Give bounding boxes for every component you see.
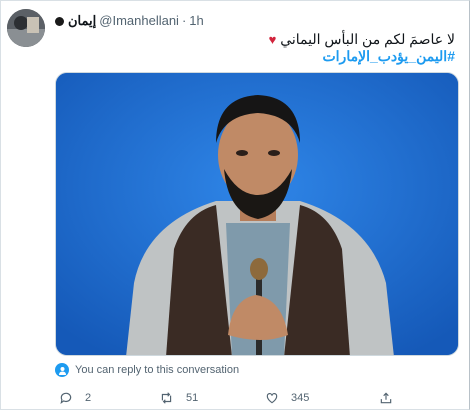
retweet-count: 51 bbox=[186, 392, 199, 404]
tweet-card[interactable]: إيمان @Imanhellani · 1h لا عاصمَ لكم من … bbox=[0, 0, 470, 410]
retweet-button[interactable]: 51 bbox=[159, 391, 198, 405]
hashtag-link[interactable]: #اليمن_يؤدب_الإمارات bbox=[322, 48, 455, 64]
like-icon bbox=[265, 391, 279, 405]
header-separator: · bbox=[181, 13, 187, 28]
reply-permission-icon bbox=[55, 363, 69, 377]
user-handle[interactable]: @Imanhellani bbox=[99, 13, 179, 29]
tweet-text-line: لا عاصمَ لكم من البأس اليماني ♥ bbox=[269, 31, 455, 48]
tweet-actions: 2 51 345 bbox=[55, 389, 455, 409]
reply-button[interactable]: 2 bbox=[59, 391, 91, 405]
retweet-icon bbox=[159, 391, 174, 405]
display-name[interactable]: إيمان bbox=[68, 13, 96, 29]
heart-emoji: ♥ bbox=[268, 32, 277, 47]
tweet-media-image[interactable] bbox=[55, 72, 459, 356]
reply-count: 2 bbox=[85, 392, 92, 404]
like-button[interactable]: 345 bbox=[265, 391, 309, 405]
tweet-text: لا عاصمَ لكم من البأس اليماني ♥ #اليمن_ي… bbox=[269, 31, 455, 65]
tweet-header: إيمان @Imanhellani · 1h bbox=[55, 13, 204, 29]
tweet-text-main: لا عاصمَ لكم من البأس اليماني bbox=[280, 31, 455, 47]
reply-icon bbox=[59, 391, 73, 405]
avatar[interactable] bbox=[7, 9, 45, 47]
share-button[interactable] bbox=[379, 391, 393, 405]
reply-permission-notice: You can reply to this conversation bbox=[55, 363, 239, 377]
share-icon bbox=[379, 391, 393, 405]
black-circle-emoji bbox=[55, 16, 64, 26]
tweet-time[interactable]: 1h bbox=[189, 13, 203, 29]
reply-permission-text: You can reply to this conversation bbox=[75, 364, 240, 376]
like-count: 345 bbox=[291, 392, 310, 404]
